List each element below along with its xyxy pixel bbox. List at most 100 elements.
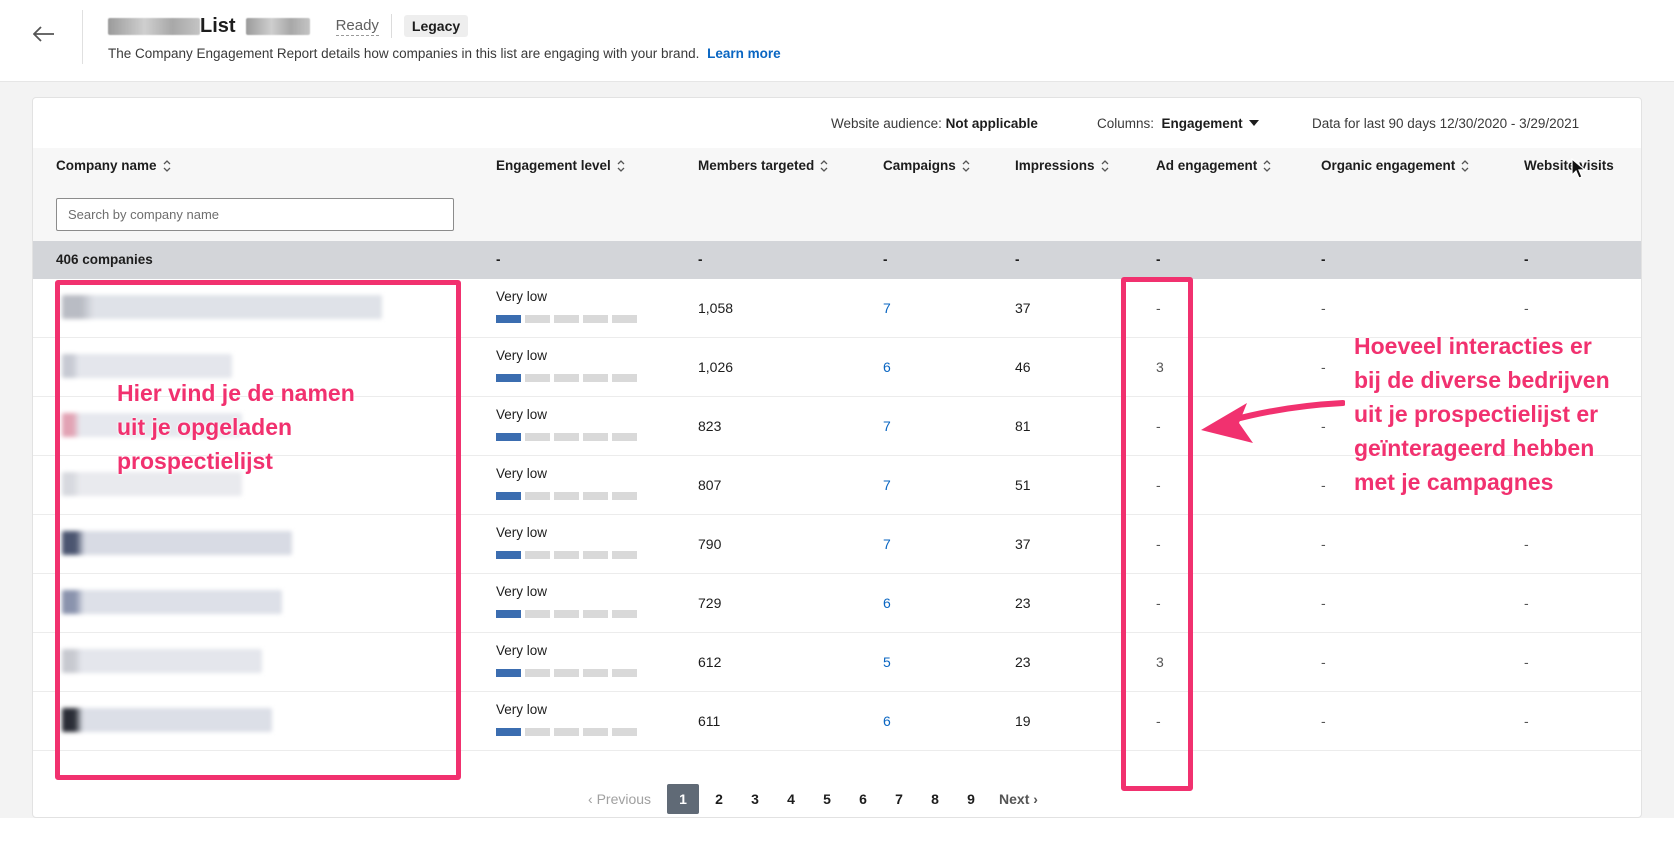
column-header-label: Website visits (1524, 158, 1614, 173)
page-8-button[interactable]: 8 (917, 791, 953, 807)
sort-icon (820, 159, 828, 173)
column-header-label: Campaigns (883, 158, 956, 173)
level-segment (554, 728, 579, 736)
website-visits-value: - (1524, 654, 1529, 670)
summary-website: - (1524, 252, 1529, 267)
engagement-level-meter (496, 669, 637, 677)
previous-page-button[interactable]: ‹ Previous (588, 791, 651, 807)
sort-icon (1101, 159, 1109, 173)
level-segment (496, 551, 521, 559)
page-7-button[interactable]: 7 (881, 791, 917, 807)
impressions-value: 23 (1015, 595, 1031, 611)
mouse-cursor-icon (1571, 158, 1587, 179)
website-visits-value: - (1524, 595, 1529, 611)
campaigns-link[interactable]: 7 (883, 536, 891, 552)
audience-value: Not applicable (945, 115, 1038, 131)
annotation-line: prospectielijst (117, 448, 273, 474)
page-3-button[interactable]: 3 (737, 791, 773, 807)
level-segment (525, 669, 550, 677)
level-segment (554, 433, 579, 441)
organic-engagement-value: - (1321, 359, 1326, 375)
members-targeted-value: 729 (698, 595, 722, 611)
columns-value: Engagement (1161, 115, 1243, 131)
campaigns-link[interactable]: 6 (883, 713, 891, 729)
level-segment (612, 433, 637, 441)
date-range: Data for last 90 days 12/30/2020 - 3/29/… (1312, 115, 1580, 131)
summary-ad: - (1156, 252, 1161, 267)
engagement-level-meter (496, 728, 637, 736)
column-header-organic-engagement[interactable]: Organic engagement (1321, 158, 1469, 173)
page-9-button[interactable]: 9 (953, 791, 989, 807)
column-header-impressions[interactable]: Impressions (1015, 158, 1109, 173)
organic-engagement-value: - (1321, 713, 1326, 729)
website-visits-value: - (1524, 536, 1529, 552)
annotation-line: met je campagnes (1354, 469, 1554, 495)
level-segment (496, 728, 521, 736)
sort-icon (617, 159, 625, 173)
columns-dropdown[interactable]: Columns: Engagement (1097, 113, 1259, 133)
engagement-level-meter (496, 492, 637, 500)
column-header-campaigns[interactable]: Campaigns (883, 158, 970, 173)
engagement-level-text: Very low (496, 584, 548, 599)
page-2-button[interactable]: 2 (701, 791, 737, 807)
next-label: Next (999, 791, 1030, 807)
level-segment (525, 610, 550, 618)
learn-more-link[interactable]: Learn more (707, 46, 781, 61)
members-targeted-value: 612 (698, 654, 722, 670)
redacted-title-suffix (245, 17, 310, 35)
campaigns-link[interactable]: 6 (883, 595, 891, 611)
level-segment (554, 315, 579, 323)
column-header-members-targeted[interactable]: Members targeted (698, 158, 828, 173)
next-page-button[interactable]: Next › (999, 791, 1038, 807)
website-audience: Website audience: Not applicable (831, 113, 1038, 133)
level-segment (554, 669, 579, 677)
caret-down-icon (1248, 120, 1259, 126)
level-segment (583, 315, 608, 323)
level-segment (525, 433, 550, 441)
level-segment (612, 728, 637, 736)
members-targeted-value: 807 (698, 477, 722, 493)
summary-row (33, 241, 1641, 279)
page-1-button[interactable]: 1 (667, 784, 700, 814)
column-header-ad-engagement[interactable]: Ad engagement (1156, 158, 1271, 173)
page-title: List Ready Legacy (108, 14, 469, 38)
level-segment (525, 374, 550, 382)
impressions-value: 46 (1015, 359, 1031, 375)
previous-label: Previous (596, 791, 652, 807)
engagement-level-text: Very low (496, 525, 548, 540)
summary-members: - (698, 252, 703, 267)
company-search-input[interactable] (56, 198, 454, 231)
campaigns-link[interactable]: 7 (883, 477, 891, 493)
page-4-button[interactable]: 4 (773, 791, 809, 807)
level-segment (612, 669, 637, 677)
summary-campaigns: - (883, 252, 888, 267)
campaigns-link[interactable]: 7 (883, 300, 891, 316)
campaigns-link[interactable]: 7 (883, 418, 891, 434)
campaigns-link[interactable]: 5 (883, 654, 891, 670)
level-segment (583, 551, 608, 559)
campaigns-link[interactable]: 6 (883, 359, 891, 375)
column-header-website-visits[interactable]: Website visits (1524, 158, 1614, 173)
impressions-value: 51 (1015, 477, 1031, 493)
column-header-engagement-level[interactable]: Engagement level (496, 158, 625, 173)
page-5-button[interactable]: 5 (809, 791, 845, 807)
level-segment (496, 374, 521, 382)
engagement-level-text: Very low (496, 348, 548, 363)
organic-engagement-value: - (1321, 654, 1326, 670)
organic-engagement-value: - (1321, 477, 1326, 493)
sort-icon (1263, 159, 1271, 173)
column-header-company[interactable]: Company name (56, 158, 171, 173)
column-header-label: Organic engagement (1321, 158, 1456, 173)
level-segment (496, 433, 521, 441)
back-button[interactable] (28, 18, 60, 50)
organic-engagement-value: - (1321, 536, 1326, 552)
title-separator (390, 14, 392, 38)
header-divider (82, 10, 83, 64)
level-segment (525, 728, 550, 736)
level-segment (583, 374, 608, 382)
arrow-left-icon (33, 26, 54, 42)
page-6-button[interactable]: 6 (845, 791, 881, 807)
page-bottom (0, 818, 1674, 846)
level-segment (583, 728, 608, 736)
column-header-label: Company name (56, 158, 157, 173)
